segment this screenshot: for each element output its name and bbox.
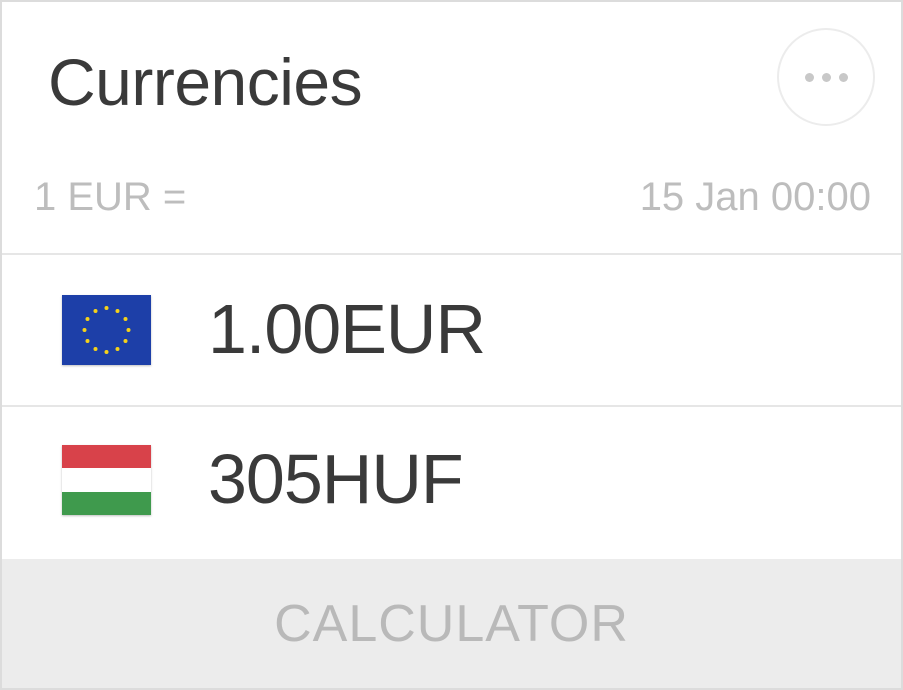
more-options-button[interactable] (777, 28, 875, 126)
calculator-button[interactable]: CALCULATOR (2, 559, 901, 688)
currencies-widget: Currencies 1 EUR = 15 Jan 00:00 1.00EUR … (0, 0, 903, 690)
ellipsis-icon (838, 72, 848, 82)
eu-flag-icon (62, 295, 151, 365)
currency-amount: 1.00EUR (208, 290, 486, 368)
calculator-label: CALCULATOR (274, 594, 629, 653)
update-timestamp: 15 Jan 00:00 (639, 175, 871, 219)
hungary-flag-icon (62, 445, 151, 515)
ellipsis-icon (804, 72, 814, 82)
currency-row-eur[interactable]: 1.00EUR (2, 255, 901, 405)
widget-header: Currencies 1 EUR = 15 Jan 00:00 (2, 2, 901, 219)
ellipsis-icon (821, 72, 831, 82)
currency-amount: 305HUF (208, 440, 464, 518)
base-currency-label: 1 EUR = (34, 175, 187, 219)
currency-row-huf[interactable]: 305HUF (2, 407, 901, 557)
widget-title: Currencies (48, 45, 363, 119)
